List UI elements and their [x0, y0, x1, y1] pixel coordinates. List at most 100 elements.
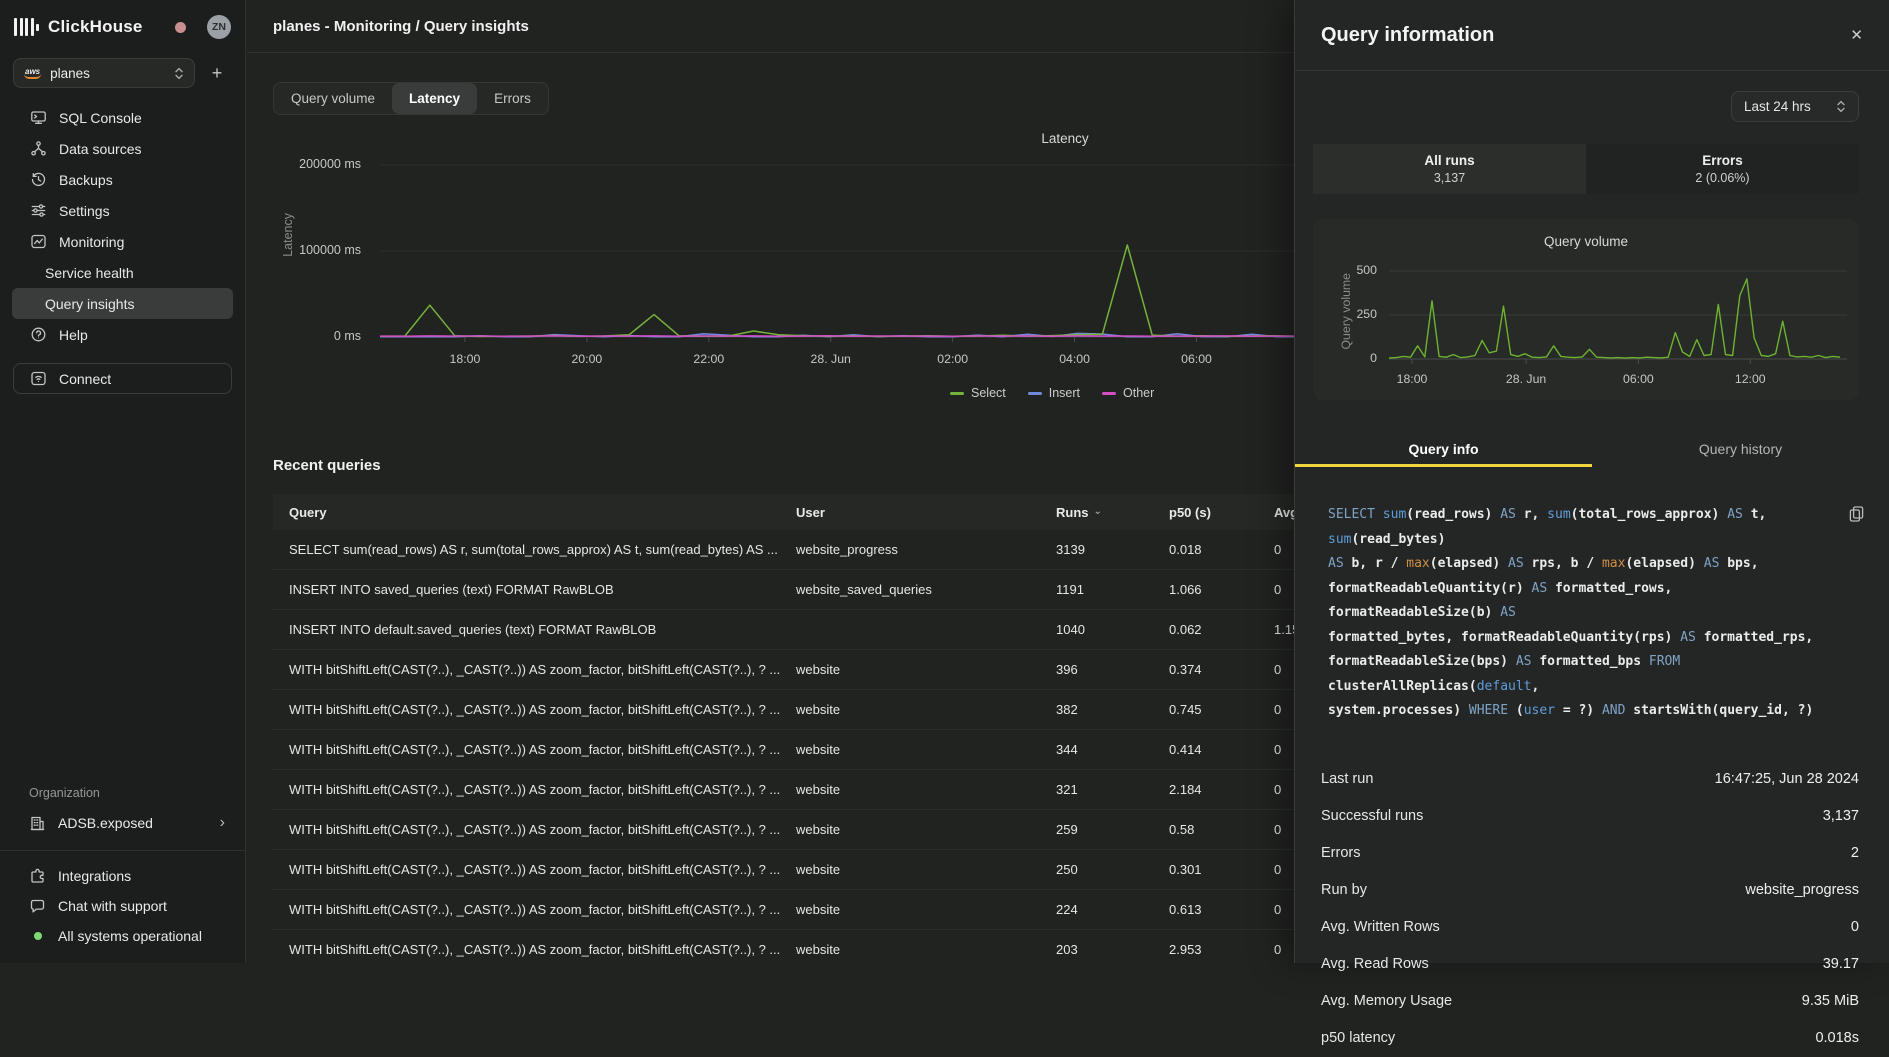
- summary-tab-errors[interactable]: Errors2 (0.06%): [1586, 144, 1859, 194]
- column-header-label: User: [796, 505, 825, 520]
- sql-token: AS: [1516, 654, 1539, 669]
- sql-token: (read_bytes): [1351, 532, 1445, 547]
- sidebar-item-service-health[interactable]: Service health: [12, 257, 233, 288]
- time-range-select[interactable]: Last 24 hrs: [1731, 91, 1859, 122]
- column-header-query[interactable]: Query: [289, 505, 796, 520]
- chat-icon: [29, 898, 46, 915]
- sidebar-item-data-sources[interactable]: Data sources: [12, 133, 233, 164]
- cell-query: INSERT INTO saved_queries (text) FORMAT …: [289, 582, 796, 597]
- cell-query: WITH bitShiftLeft(CAST(?..), _CAST(?..))…: [289, 782, 796, 797]
- sql-token: default: [1477, 679, 1532, 694]
- sidebar-item-integrations[interactable]: Integrations: [0, 861, 245, 891]
- summary-tab-value: 2 (0.06%): [1695, 171, 1749, 185]
- cell-runs: 250: [1056, 862, 1169, 877]
- tab-query-info[interactable]: Query info: [1295, 431, 1592, 467]
- sidebar-footer: IntegrationsChat with support All systems…: [0, 861, 245, 951]
- column-header-runs[interactable]: Runs⌄: [1056, 505, 1169, 520]
- query-volume-x-axis: 18:0028. Jun06:0012:00: [1389, 372, 1840, 386]
- sql-token: r,: [1524, 507, 1547, 522]
- tab-query-volume[interactable]: Query volume: [274, 83, 392, 114]
- sidebar-item-help[interactable]: Help: [12, 319, 233, 350]
- legend-dash-icon: [1028, 392, 1042, 395]
- table-header-row: QueryUserRuns⌄p50 (s)Avg.: [273, 494, 1351, 530]
- cell-p50: 1.066: [1169, 582, 1274, 597]
- sidebar-item-monitoring[interactable]: Monitoring: [12, 226, 233, 257]
- stat-row-p50-latency: p50 latency0.018s: [1321, 1020, 1859, 1057]
- query-information-panel: Query information ✕ Last 24 hrs All runs…: [1294, 0, 1889, 963]
- cell-query: WITH bitShiftLeft(CAST(?..), _CAST(?..))…: [289, 822, 796, 837]
- organization-switcher[interactable]: ADSB.exposed ›: [0, 808, 245, 838]
- x-tick-label: 04:00: [1059, 352, 1090, 366]
- stat-row-errors: Errors2: [1321, 835, 1859, 872]
- tab-latency[interactable]: Latency: [392, 83, 477, 114]
- sidebar-item-label: Backups: [59, 172, 113, 188]
- add-service-button[interactable]: +: [205, 63, 229, 84]
- sql-code-block: SELECT sum(read_rows) AS r, sum(total_ro…: [1295, 467, 1889, 724]
- column-header-label: p50 (s): [1169, 505, 1211, 520]
- table-row[interactable]: SELECT sum(read_rows) AS r, sum(total_ro…: [273, 530, 1351, 570]
- settings-icon: [30, 202, 47, 219]
- volume-x-tick-label: 12:00: [1735, 372, 1766, 386]
- tab-query-history[interactable]: Query history: [1592, 431, 1889, 467]
- sidebar-item-query-insights[interactable]: Query insights: [12, 288, 233, 319]
- service-row: aws planes +: [0, 49, 245, 92]
- tab-errors[interactable]: Errors: [477, 83, 548, 114]
- ytick-200000: 200000 ms: [261, 157, 361, 171]
- sql-token: sum: [1328, 532, 1351, 547]
- avatar[interactable]: ZN: [207, 15, 231, 39]
- sql-token: AS: [1680, 630, 1703, 645]
- cell-query: INSERT INTO default.saved_queries (text)…: [289, 622, 796, 637]
- footer-item-label: All systems operational: [58, 928, 202, 944]
- organization-section-label: Organization: [0, 786, 245, 800]
- stat-row-run-by: Run bywebsite_progress: [1321, 872, 1859, 909]
- legend-label: Insert: [1049, 386, 1080, 400]
- sidebar-item-chat-with-support[interactable]: Chat with support: [0, 891, 245, 921]
- sql-token: ,: [1532, 679, 1540, 694]
- cell-runs: 203: [1056, 942, 1169, 957]
- legend-item-other[interactable]: Other: [1102, 386, 1154, 400]
- service-name: planes: [50, 66, 165, 81]
- cell-runs: 321: [1056, 782, 1169, 797]
- connect-button[interactable]: Connect: [13, 363, 232, 394]
- copy-icon[interactable]: [1849, 506, 1864, 532]
- table-row[interactable]: WITH bitShiftLeft(CAST(?..), _CAST(?..))…: [273, 770, 1351, 810]
- cell-user: website: [796, 742, 1056, 757]
- table-row[interactable]: INSERT INTO saved_queries (text) FORMAT …: [273, 570, 1351, 610]
- sql-token: (: [1516, 703, 1524, 718]
- summary-tab-all-runs[interactable]: All runs3,137: [1313, 144, 1586, 194]
- table-row[interactable]: WITH bitShiftLeft(CAST(?..), _CAST(?..))…: [273, 810, 1351, 850]
- chevron-updown-icon: [1836, 100, 1846, 113]
- stat-value: 0.018s: [1815, 1030, 1859, 1046]
- sidebar-item-sql-console[interactable]: SQL Console: [12, 102, 233, 133]
- sql-token: AS: [1500, 507, 1523, 522]
- table-row[interactable]: INSERT INTO default.saved_queries (text)…: [273, 610, 1351, 650]
- legend-item-select[interactable]: Select: [950, 386, 1006, 400]
- sidebar-item-label: Monitoring: [59, 234, 124, 250]
- service-selector[interactable]: aws planes: [13, 58, 195, 88]
- column-header-p50-s[interactable]: p50 (s): [1169, 505, 1274, 520]
- volume-x-tick-label: 28. Jun: [1506, 372, 1546, 386]
- sidebar-item-settings[interactable]: Settings: [12, 195, 233, 226]
- sidebar-item-backups[interactable]: Backups: [12, 164, 233, 195]
- cell-p50: 0.613: [1169, 902, 1274, 917]
- table-row[interactable]: WITH bitShiftLeft(CAST(?..), _CAST(?..))…: [273, 650, 1351, 690]
- cell-query: WITH bitShiftLeft(CAST(?..), _CAST(?..))…: [289, 662, 796, 677]
- table-row[interactable]: WITH bitShiftLeft(CAST(?..), _CAST(?..))…: [273, 930, 1351, 963]
- legend-item-insert[interactable]: Insert: [1028, 386, 1080, 400]
- x-tick-label: 18:00: [450, 352, 481, 366]
- close-icon[interactable]: ✕: [1850, 26, 1863, 44]
- stat-label: Errors: [1321, 845, 1360, 861]
- table-row[interactable]: WITH bitShiftLeft(CAST(?..), _CAST(?..))…: [273, 690, 1351, 730]
- chevron-updown-icon: [174, 67, 184, 80]
- sidebar-item-all-systems-operational[interactable]: All systems operational: [0, 921, 245, 951]
- column-header-user[interactable]: User: [796, 505, 1056, 520]
- notification-dot-icon[interactable]: [175, 22, 186, 33]
- status-ok-icon: [34, 932, 42, 940]
- chevron-right-icon: ›: [220, 815, 225, 831]
- table-row[interactable]: WITH bitShiftLeft(CAST(?..), _CAST(?..))…: [273, 890, 1351, 930]
- table-row[interactable]: WITH bitShiftLeft(CAST(?..), _CAST(?..))…: [273, 850, 1351, 890]
- table-row[interactable]: WITH bitShiftLeft(CAST(?..), _CAST(?..))…: [273, 730, 1351, 770]
- stat-label: Avg. Read Rows: [1321, 956, 1429, 972]
- brand-row: ClickHouse ZN: [0, 0, 245, 49]
- sql-token: formatReadableQuantity(r): [1328, 581, 1532, 596]
